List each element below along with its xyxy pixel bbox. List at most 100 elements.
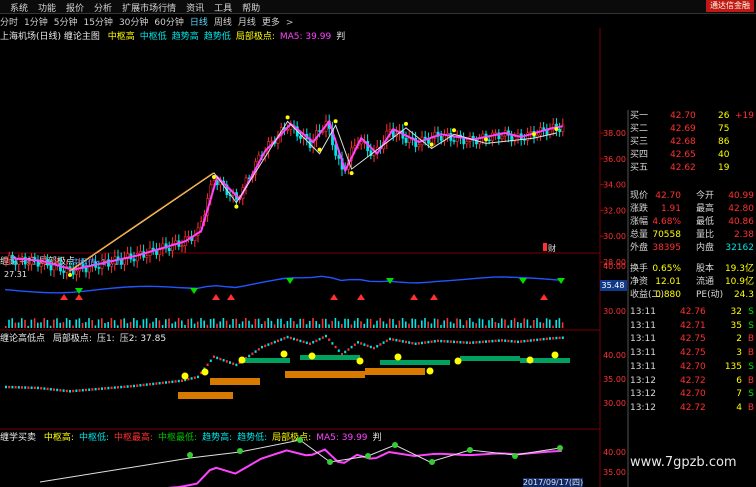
- mini-candle: [357, 341, 359, 344]
- quote-label: 今开: [696, 191, 715, 201]
- quote-value: 40.99: [728, 191, 754, 201]
- signal-arrow: [190, 288, 198, 294]
- volume-bar: [328, 324, 330, 328]
- volume-bar: [414, 319, 417, 328]
- volume-bar: [24, 319, 26, 328]
- volume-bar: [427, 321, 429, 328]
- volume-bar: [485, 325, 487, 328]
- tick-side: S: [748, 361, 754, 372]
- mini-candle: [30, 386, 33, 389]
- tick-price: 42.70: [680, 361, 706, 372]
- volume-bar: [193, 323, 196, 328]
- candle-body: [452, 140, 456, 142]
- volume-bar: [129, 321, 132, 328]
- orderbook-row: 买五 42.62 19: [600, 162, 756, 175]
- candle-body: [132, 258, 136, 262]
- orderbook-volume: 19: [718, 163, 730, 173]
- finance-marker: [543, 243, 547, 251]
- mini-candle: [85, 388, 87, 392]
- fin-label: 换手: [630, 264, 649, 274]
- volume-bar: [222, 318, 225, 328]
- fin-row: 净资 12.01 流通 10.9亿: [600, 276, 756, 289]
- mini-candle: [491, 339, 494, 343]
- volume-bar: [8, 319, 10, 328]
- volume-bar: [366, 318, 369, 328]
- buy-sell-marker: [392, 442, 398, 448]
- mini-candle: [414, 342, 417, 346]
- volume-bar: [302, 318, 305, 328]
- volume-bar: [75, 319, 77, 328]
- signal-arrow: [540, 294, 548, 300]
- extreme-point-dot: [484, 137, 488, 142]
- volume-bar: [110, 318, 113, 328]
- volume-bar: [286, 321, 289, 328]
- extreme-point-dot: [308, 352, 316, 360]
- volume-bar: [136, 320, 138, 328]
- volume-bar: [33, 318, 36, 328]
- tick-time: 13:12: [630, 389, 656, 400]
- candle-body: [23, 256, 27, 265]
- tick-price: 42.72: [680, 375, 706, 386]
- candle-body: [7, 254, 11, 260]
- quote-row: 外盘 38395 内盘 32162: [600, 242, 756, 255]
- tick-price: 42.75: [680, 334, 706, 345]
- mini-candle: [411, 341, 414, 345]
- mini-candle: [5, 385, 7, 389]
- candle-body: [14, 260, 18, 265]
- mini-candle: [318, 337, 321, 341]
- candle-body: [404, 137, 408, 143]
- orderbook-label: 买一: [630, 111, 649, 121]
- mini-candle: [481, 340, 484, 344]
- quote-value: 38395: [652, 243, 681, 253]
- mini-candle: [101, 387, 103, 390]
- volume-bar: [161, 325, 164, 328]
- volume-bar: [81, 322, 84, 328]
- mini-candle: [433, 340, 436, 343]
- mini-candle: [542, 337, 545, 341]
- mini-candle: [232, 362, 235, 365]
- volume-bar: [155, 318, 157, 328]
- mini-candle: [62, 389, 65, 392]
- volume-bar: [293, 320, 295, 328]
- volume-bar: [373, 324, 375, 328]
- mini-candle: [123, 385, 126, 389]
- candle-body: [158, 249, 162, 255]
- quote-label: 涨幅: [630, 217, 649, 227]
- mini-candle: [286, 335, 289, 339]
- resistance-band: [285, 371, 365, 378]
- fin-value: 24.3: [733, 290, 754, 300]
- buy-sell-marker: [297, 437, 303, 443]
- volume-bar: [171, 323, 173, 328]
- volume-bar: [369, 318, 372, 328]
- tick-price: 42.70: [680, 389, 706, 400]
- tick-row: 13:11 42.75 3 B: [600, 347, 756, 360]
- volume-bar: [65, 318, 68, 328]
- mini-candle: [165, 381, 167, 384]
- mini-candle: [334, 345, 337, 349]
- candle-body: [548, 128, 552, 135]
- candle-body: [62, 270, 66, 273]
- volume-bar: [561, 322, 564, 328]
- volume-bar: [446, 318, 449, 328]
- volume-bar: [145, 318, 148, 328]
- signal-arrow: [75, 294, 83, 300]
- quote-label: 涨跌: [630, 204, 649, 214]
- mini-candle: [312, 340, 315, 344]
- signal-arrow: [410, 294, 418, 300]
- volume-bar: [43, 318, 45, 328]
- mini-candle: [235, 363, 238, 367]
- mini-candle: [449, 340, 452, 343]
- volume-bar: [241, 321, 244, 328]
- mini-candle: [264, 344, 267, 348]
- mini-candle: [510, 340, 513, 343]
- volume-bar: [443, 320, 445, 328]
- candle-body: [359, 141, 363, 145]
- orderbook-row: 买三 42.68 86: [600, 136, 756, 149]
- volume-bar: [206, 324, 209, 328]
- volume-bar: [437, 319, 439, 328]
- candle-body: [494, 132, 498, 135]
- candle-body: [180, 245, 184, 248]
- mini-candle: [120, 385, 123, 389]
- mini-candle: [117, 386, 119, 389]
- mini-candle: [248, 354, 251, 358]
